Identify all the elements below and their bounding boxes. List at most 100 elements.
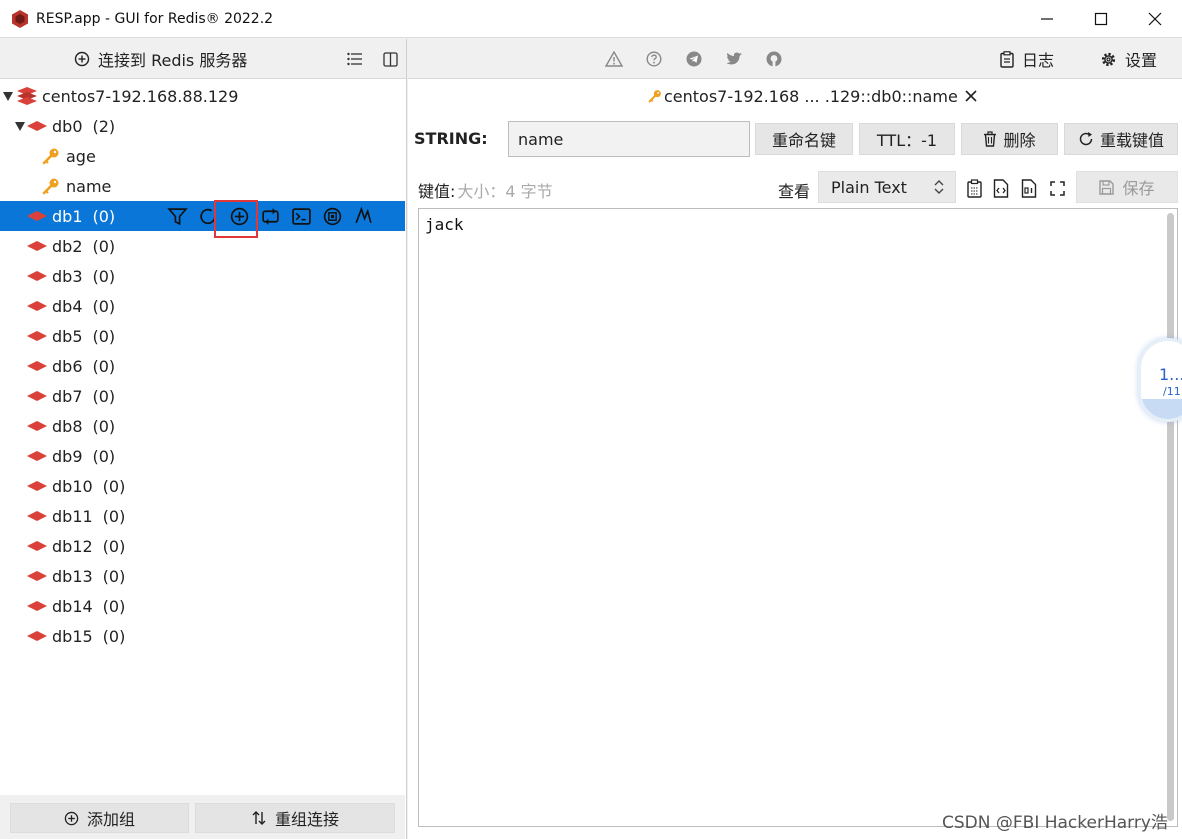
copy-value-button[interactable] xyxy=(964,177,986,199)
value-text[interactable]: jack xyxy=(425,215,464,234)
key-icon xyxy=(42,178,59,195)
tree-db-row[interactable]: db6 (0) xyxy=(0,351,405,381)
minimize-button[interactable] xyxy=(1020,0,1074,38)
tree-db-row[interactable]: db9 (0) xyxy=(0,441,405,471)
badge-wave xyxy=(1141,399,1182,419)
chip-button[interactable] xyxy=(317,203,348,229)
delete-key-button[interactable]: 删除 xyxy=(961,123,1058,155)
database-icon xyxy=(27,421,47,431)
regroup-connections-button[interactable]: 重组连接 xyxy=(195,803,395,833)
tree-db-row[interactable]: db14 (0) xyxy=(0,591,405,621)
key-tab[interactable]: centos7-192.168 ... .129::db0::name xyxy=(648,83,978,109)
db-key-count: (0) xyxy=(102,506,126,526)
tree-db-row[interactable]: db4 (0) xyxy=(0,291,405,321)
database-icon xyxy=(27,301,47,311)
plus-circle-icon xyxy=(74,51,90,67)
tree-db-row[interactable]: db10 (0) xyxy=(0,471,405,501)
tree-db-row[interactable]: db0 (2) xyxy=(0,111,405,141)
view-label: 查看 xyxy=(778,182,811,201)
key-icon xyxy=(42,148,59,165)
fullscreen-button[interactable] xyxy=(1046,177,1068,199)
reload-keys-button[interactable] xyxy=(255,203,286,229)
tree-db-row[interactable]: db7 (0) xyxy=(0,381,405,411)
connect-redis-button[interactable]: 连接到 Redis 服务器 xyxy=(74,47,247,71)
db-name-label: db4 xyxy=(52,296,83,316)
save-button[interactable]: 保存 xyxy=(1076,171,1178,203)
tree-db-row[interactable]: db15 (0) xyxy=(0,621,405,651)
tree-db-row[interactable]: db3 (0) xyxy=(0,261,405,291)
db-key-count: (0) xyxy=(92,416,116,436)
db-name-label: db10 xyxy=(52,476,93,496)
left-bottom-bar: 添加组 重组连接 xyxy=(0,795,405,839)
view-format-select[interactable]: Plain Text xyxy=(818,171,956,203)
floating-progress-badge[interactable]: 1... /11 xyxy=(1138,338,1182,422)
db-key-count: (0) xyxy=(92,326,116,346)
analysis-button[interactable] xyxy=(348,203,379,229)
value-editor[interactable]: jack xyxy=(418,208,1178,827)
db-key-count: (0) xyxy=(92,296,116,316)
db-key-count: (0) xyxy=(102,626,126,646)
caret-down-icon[interactable] xyxy=(2,90,14,102)
db-name-label: db8 xyxy=(52,416,83,436)
database-icon xyxy=(27,391,47,401)
twitter-button[interactable] xyxy=(724,49,744,69)
filter-icon xyxy=(167,207,188,225)
list-view-button[interactable] xyxy=(345,49,365,69)
tree-db-row[interactable]: db8 (0) xyxy=(0,411,405,441)
value-label: 键值: 大小：4 字节 xyxy=(418,182,553,201)
tree-key-row[interactable]: age xyxy=(0,141,405,171)
database-icon xyxy=(27,121,47,131)
telegram-button[interactable] xyxy=(684,49,704,69)
badge-secondary-text: /11 xyxy=(1163,385,1181,398)
db-key-count: (0) xyxy=(92,206,116,226)
export-binary-button[interactable] xyxy=(1018,177,1040,199)
reload-value-button[interactable]: 重载键值 xyxy=(1064,123,1178,155)
maximize-button[interactable] xyxy=(1074,0,1128,38)
list-icon xyxy=(347,52,362,66)
toggle-panel-button[interactable] xyxy=(380,49,400,69)
key-icon xyxy=(648,90,661,103)
rename-key-button[interactable]: 重命名键 xyxy=(755,123,853,155)
editor-scrollbar[interactable] xyxy=(1167,213,1174,821)
github-icon xyxy=(766,51,782,67)
db-key-count: (0) xyxy=(102,476,126,496)
right-toolbar: 日志 设置 xyxy=(408,39,1182,79)
clipboard-icon xyxy=(1000,50,1014,68)
db-key-count: (0) xyxy=(92,386,116,406)
database-icon xyxy=(27,241,47,251)
close-tab-icon[interactable] xyxy=(964,89,978,103)
database-icon xyxy=(27,541,47,551)
db-action-toolbar xyxy=(162,203,379,229)
settings-label: 设置 xyxy=(1125,51,1158,70)
copy-clipboard-icon xyxy=(966,178,982,198)
log-button[interactable]: 日志 xyxy=(1000,47,1054,71)
db-key-count: (0) xyxy=(102,566,126,586)
tree-db-row[interactable]: db12 (0) xyxy=(0,531,405,561)
tree-db-row[interactable]: db2 (0) xyxy=(0,231,405,261)
github-button[interactable] xyxy=(764,49,784,69)
caret-down-icon[interactable] xyxy=(14,120,26,132)
tree-db-row[interactable]: db5 (0) xyxy=(0,321,405,351)
help-button[interactable] xyxy=(644,49,664,69)
tree-server-row[interactable]: centos7-192.168.88.129 xyxy=(0,81,405,111)
ttl-button[interactable]: TTL：-1 xyxy=(859,123,955,155)
value-size: 大小：4 字节 xyxy=(457,182,553,201)
settings-button[interactable]: 设置 xyxy=(1100,47,1157,71)
tree-db-row[interactable]: db13 (0) xyxy=(0,561,405,591)
close-button[interactable] xyxy=(1128,0,1182,38)
regroup-connections-label: 重组连接 xyxy=(274,810,339,829)
tree-db-row[interactable]: db1 (0) xyxy=(0,200,405,238)
export-code-button[interactable] xyxy=(990,177,1012,199)
watermark: CSDN @FBI HackerHarry浩 xyxy=(942,813,1168,833)
warning-button[interactable] xyxy=(604,49,624,69)
tree-key-row[interactable]: name xyxy=(0,171,405,201)
add-group-button[interactable]: 添加组 xyxy=(10,803,189,833)
console-button[interactable] xyxy=(286,203,317,229)
key-name-input[interactable] xyxy=(508,121,750,157)
db-key-count: (0) xyxy=(92,356,116,376)
filter-button[interactable] xyxy=(162,203,193,229)
key-type-label: STRING: xyxy=(414,129,488,148)
view-format-value: Plain Text xyxy=(831,177,907,197)
db-name-label: db5 xyxy=(52,326,83,346)
tree-db-row[interactable]: db11 (0) xyxy=(0,501,405,531)
